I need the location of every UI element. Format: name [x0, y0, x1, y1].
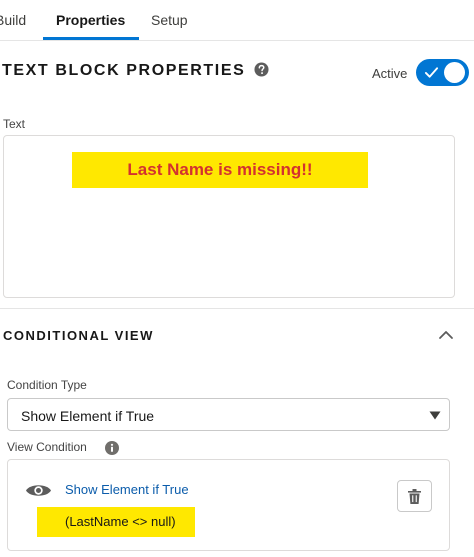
- active-tab-indicator: [43, 37, 139, 40]
- condition-link[interactable]: Show Element if True: [65, 482, 189, 497]
- text-content: Last Name is missing!!: [72, 152, 368, 188]
- tab-setup[interactable]: Setup: [151, 12, 188, 28]
- check-icon: [424, 67, 439, 78]
- delete-condition-button[interactable]: [397, 480, 432, 512]
- view-condition-label: View Condition: [7, 440, 87, 454]
- tab-build[interactable]: Build: [0, 12, 26, 28]
- condition-type-value: Show Element if True: [21, 408, 155, 424]
- condition-type-select[interactable]: Show Element if True: [7, 398, 450, 431]
- toggle-knob: [444, 62, 465, 83]
- text-field-label: Text: [3, 117, 26, 131]
- active-label: Active: [372, 66, 408, 81]
- question-circle-icon[interactable]: [254, 62, 269, 77]
- section-title: TEXT BLOCK PROPERTIES: [2, 62, 246, 79]
- tab-bar: Build Properties Setup: [0, 0, 474, 41]
- condition-card: [7, 459, 450, 551]
- section-divider: [0, 308, 474, 309]
- caret-down-icon: [429, 411, 441, 420]
- chevron-up-icon[interactable]: [437, 328, 455, 342]
- condition-expression: (LastName <> null): [37, 507, 195, 537]
- info-icon[interactable]: [105, 441, 119, 455]
- condition-type-label: Condition Type: [7, 378, 87, 392]
- tab-properties[interactable]: Properties: [56, 12, 125, 28]
- conditional-view-title: CONDITIONAL VIEW: [3, 328, 154, 343]
- active-toggle[interactable]: [416, 59, 469, 86]
- trash-icon: [408, 489, 421, 504]
- eye-icon: [26, 485, 51, 496]
